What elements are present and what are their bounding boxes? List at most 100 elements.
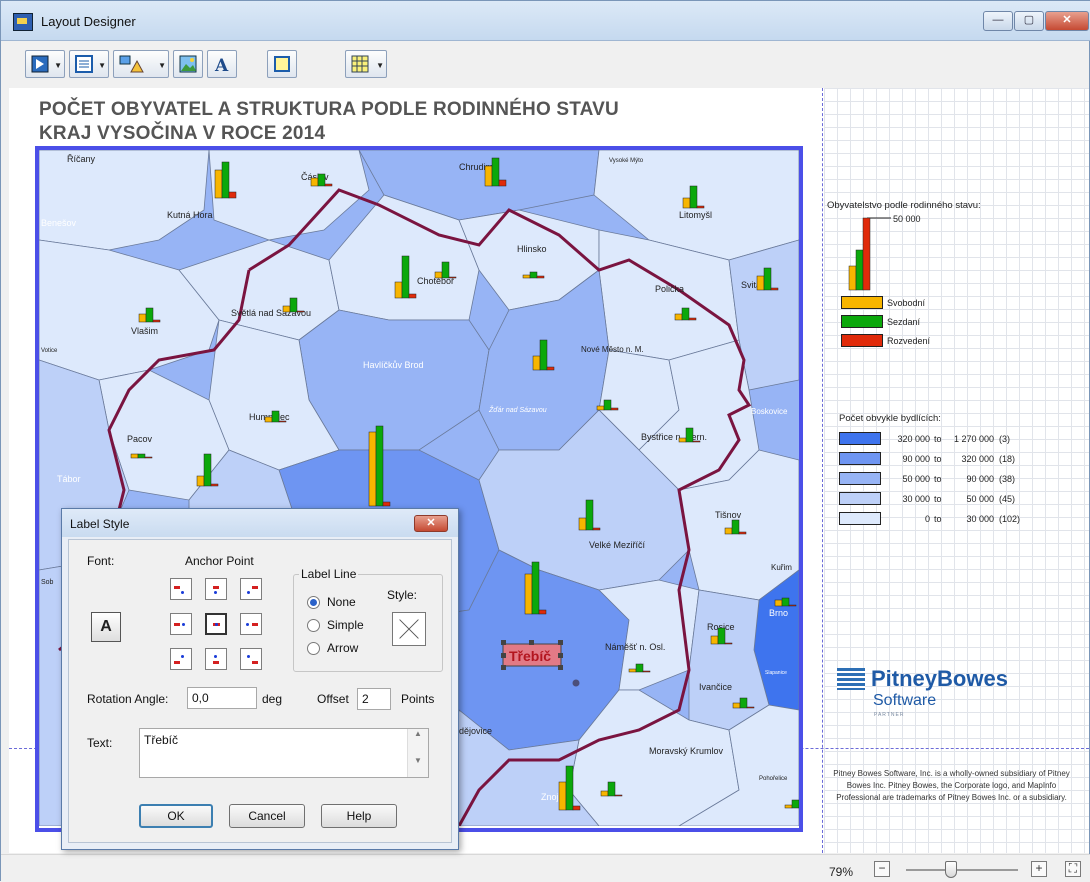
- zoom-in-button[interactable]: +: [1031, 861, 1047, 877]
- frame-border-tool-button[interactable]: [267, 50, 297, 78]
- dialog-close-button[interactable]: ✕: [414, 515, 448, 532]
- shapes-icon: [119, 55, 144, 73]
- anchor-bottom-left-button[interactable]: [170, 648, 192, 670]
- select-tool-button[interactable]: ▼: [25, 50, 65, 78]
- label-style-dialog: Label Style ✕ Font: A Anchor Point Label…: [61, 508, 459, 850]
- range-to: 1 270 000: [953, 434, 994, 444]
- legend-label-rozvedeni: Rozvedení: [887, 336, 931, 346]
- zoom-slider-thumb[interactable]: [945, 861, 957, 878]
- zoom-to-fit-button[interactable]: ⛶: [1065, 861, 1081, 877]
- legend-sample-bar-chart: [848, 217, 891, 291]
- anchor-top-left-button[interactable]: [170, 578, 192, 600]
- anchor-point-label: Anchor Point: [185, 554, 254, 568]
- offset-input[interactable]: [357, 688, 391, 710]
- dialog-title-bar[interactable]: Label Style ✕: [62, 509, 458, 537]
- status-bar: 79% − + ⛶: [1, 854, 1090, 882]
- close-button[interactable]: ✕: [1045, 11, 1089, 31]
- logo-name: PitneyBowes: [871, 666, 1008, 691]
- style-label: Style:: [387, 588, 418, 602]
- label-line-arrow-text[interactable]: Arrow: [327, 641, 358, 655]
- grid-icon: [351, 55, 369, 73]
- range-count: (3): [999, 434, 1010, 444]
- range-from: 50 000: [902, 474, 930, 484]
- image-tool-button[interactable]: [173, 50, 203, 78]
- range-from: 90 000: [902, 454, 930, 464]
- line-style-button[interactable]: [392, 612, 426, 646]
- layout-title[interactable]: POČET OBYVATEL A STRUKTURA PODLE RODINNÉ…: [39, 98, 619, 146]
- range-count: (45): [999, 494, 1016, 504]
- maximize-button[interactable]: ▢: [1014, 11, 1044, 31]
- legend-swatch-rozvedeni: [841, 334, 883, 347]
- logo-partner: PARTNER: [874, 712, 905, 718]
- svg-text:A: A: [214, 56, 229, 73]
- anchor-top-right-button[interactable]: [240, 578, 262, 600]
- border-icon: [274, 56, 290, 72]
- disclaimer-text[interactable]: Pitney Bowes Software, Inc. is a wholly-…: [829, 768, 1074, 804]
- drawing-tool-button[interactable]: ▼: [113, 50, 169, 78]
- label-line-simple-text[interactable]: Simple: [327, 618, 364, 632]
- anchor-middle-right-button[interactable]: [240, 613, 262, 635]
- toolbar: ▼ ▼ ▼ A ▼: [9, 46, 429, 84]
- legend-label-sezdani: Sezdaní: [887, 317, 921, 327]
- zoom-out-button[interactable]: −: [874, 861, 890, 877]
- picture-icon: [179, 55, 197, 73]
- text-area-scrollbar[interactable]: ▲ ▼: [407, 729, 428, 777]
- range-from: 320 000: [897, 434, 930, 444]
- anchor-center-button[interactable]: [205, 613, 227, 635]
- range-to: 320 000: [961, 454, 994, 464]
- range-to: 90 000: [966, 474, 994, 484]
- dialog-body: Font: A Anchor Point Label Line Style: N…: [68, 539, 452, 843]
- range-count: (18): [999, 454, 1016, 464]
- label-text-area[interactable]: Třebíč: [139, 728, 429, 778]
- anchor-bottom-right-button[interactable]: [240, 648, 262, 670]
- deg-label: deg: [262, 692, 283, 706]
- ranges-legend-title: Počet obvykle bydlících:: [839, 413, 941, 424]
- dialog-title: Label Style: [70, 517, 130, 531]
- legend-swatch-sezdani: [841, 315, 883, 328]
- label-line-arrow-radio[interactable]: [307, 642, 320, 655]
- grid-tool-button[interactable]: ▼: [345, 50, 387, 78]
- ok-button[interactable]: OK: [139, 804, 213, 828]
- label-line-none-radio[interactable]: [307, 596, 320, 609]
- select-arrow-icon: [31, 55, 49, 73]
- points-label: Points: [401, 692, 435, 706]
- font-button[interactable]: A: [91, 612, 121, 642]
- legend-sample-bar-rozvedeni: [862, 217, 871, 291]
- range-to: 30 000: [966, 514, 994, 524]
- offset-label: Offset: [317, 692, 349, 706]
- rotation-angle-label: Rotation Angle:: [87, 692, 169, 706]
- label-line-none-text[interactable]: None: [327, 595, 356, 609]
- frame-icon: [75, 55, 93, 73]
- layout-designer-app-icon: [13, 13, 33, 31]
- legend-swatch-svobodni: [841, 296, 883, 309]
- zoom-percentage: 79%: [829, 865, 854, 879]
- minimize-button[interactable]: —: [983, 11, 1013, 31]
- rotation-angle-input[interactable]: [187, 687, 257, 709]
- range-count: (102): [999, 514, 1021, 524]
- legend-label-svobodni: Svobodní: [887, 298, 926, 308]
- label-line-label: Label Line: [299, 567, 359, 581]
- page-break-vertical: [822, 88, 823, 853]
- frame-tool-button[interactable]: ▼: [69, 50, 109, 78]
- zoom-slider-track[interactable]: [906, 869, 1018, 871]
- anchor-bottom-center-button[interactable]: [205, 648, 227, 670]
- range-to: 50 000: [966, 494, 994, 504]
- text-tool-button[interactable]: A: [207, 50, 237, 78]
- legend-sample-bar-svobodni: [848, 265, 857, 291]
- anchor-middle-left-button[interactable]: [170, 613, 192, 635]
- range-from: 30 000: [902, 494, 930, 504]
- help-button[interactable]: Help: [321, 804, 397, 828]
- logo-sub: Software: [873, 692, 937, 709]
- text-icon: A: [214, 56, 229, 73]
- anchor-top-center-button[interactable]: [205, 578, 227, 600]
- layout-designer-window: Layout Designer — ▢ ✕ ▼ ▼ ▼ A ▼ POČET OB…: [0, 0, 1090, 882]
- cancel-button[interactable]: Cancel: [229, 804, 305, 828]
- title-bar: Layout Designer — ▢ ✕: [1, 1, 1090, 41]
- layout-title-line-2: KRAJ VYSOČINA V ROCE 2014: [39, 123, 326, 144]
- range-count: (38): [999, 474, 1016, 484]
- window-title: Layout Designer: [41, 14, 136, 29]
- font-label: Font:: [87, 554, 115, 568]
- range-from: 0: [924, 514, 930, 524]
- text-label: Text:: [87, 736, 113, 750]
- label-line-simple-radio[interactable]: [307, 619, 320, 632]
